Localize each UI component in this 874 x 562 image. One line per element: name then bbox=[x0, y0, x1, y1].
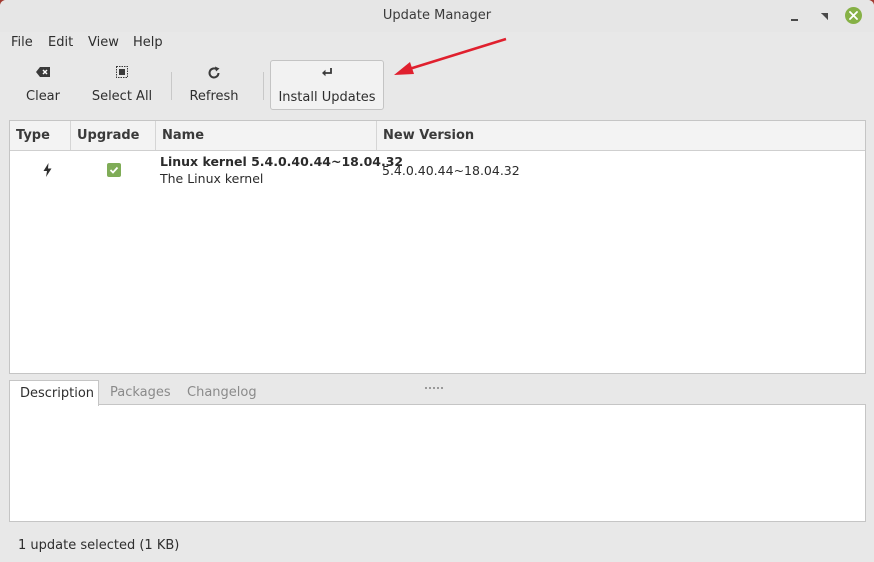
tab-changelog[interactable]: Changelog bbox=[177, 380, 267, 405]
updates-list: Type Upgrade Name New Version Linux kern… bbox=[9, 120, 866, 374]
minimize-button[interactable] bbox=[786, 7, 804, 25]
maximize-button[interactable] bbox=[815, 7, 833, 25]
refresh-button[interactable]: Refresh bbox=[186, 60, 242, 108]
detail-tabs: Description Packages Changelog bbox=[9, 380, 864, 406]
toolbar-separator bbox=[171, 72, 172, 100]
package-description: The Linux kernel bbox=[160, 171, 264, 186]
list-header: Type Upgrade Name New Version bbox=[10, 121, 865, 151]
column-type[interactable]: Type bbox=[10, 121, 71, 150]
select-all-icon bbox=[88, 66, 156, 86]
column-name[interactable]: Name bbox=[156, 121, 377, 150]
description-panel bbox=[9, 404, 866, 522]
package-new-version: 5.4.0.40.44~18.04.32 bbox=[382, 163, 520, 178]
install-updates-label: Install Updates bbox=[278, 90, 376, 105]
pane-resize-handle[interactable] bbox=[425, 374, 449, 389]
update-manager-window: Update Manager File Edit View Help Clear bbox=[0, 0, 874, 562]
clear-label: Clear bbox=[26, 89, 60, 104]
select-all-button[interactable]: Select All bbox=[88, 60, 156, 108]
close-button[interactable] bbox=[845, 7, 862, 24]
menu-view[interactable]: View bbox=[88, 35, 119, 50]
refresh-label: Refresh bbox=[189, 89, 239, 104]
tab-packages[interactable]: Packages bbox=[100, 380, 181, 405]
tab-description[interactable]: Description bbox=[9, 380, 99, 406]
clear-button[interactable]: Clear bbox=[14, 60, 72, 108]
upgrade-checkbox[interactable] bbox=[107, 163, 121, 177]
lightning-icon bbox=[43, 162, 52, 181]
titlebar[interactable]: Update Manager bbox=[0, 0, 874, 32]
menubar: File Edit View Help bbox=[0, 32, 874, 54]
close-icon bbox=[849, 11, 858, 20]
window-title: Update Manager bbox=[382, 8, 492, 23]
backspace-icon bbox=[14, 66, 72, 86]
column-upgrade[interactable]: Upgrade bbox=[71, 121, 156, 150]
menu-help[interactable]: Help bbox=[133, 35, 163, 50]
column-new-version[interactable]: New Version bbox=[377, 121, 865, 150]
return-arrow-icon bbox=[271, 67, 383, 87]
package-name: Linux kernel 5.4.0.40.44~18.04.32 bbox=[160, 154, 404, 169]
menu-edit[interactable]: Edit bbox=[48, 35, 73, 50]
status-text: 1 update selected (1 KB) bbox=[18, 538, 180, 553]
checkmark-icon bbox=[109, 166, 119, 174]
toolbar: Clear Select All Refresh Install Updates bbox=[0, 56, 874, 112]
menu-file[interactable]: File bbox=[11, 35, 33, 50]
table-row[interactable]: Linux kernel 5.4.0.40.44~18.04.32 The Li… bbox=[10, 151, 865, 191]
refresh-icon bbox=[186, 66, 242, 86]
toolbar-separator bbox=[263, 72, 264, 100]
select-all-label: Select All bbox=[91, 89, 153, 104]
install-updates-button[interactable]: Install Updates bbox=[270, 60, 384, 110]
